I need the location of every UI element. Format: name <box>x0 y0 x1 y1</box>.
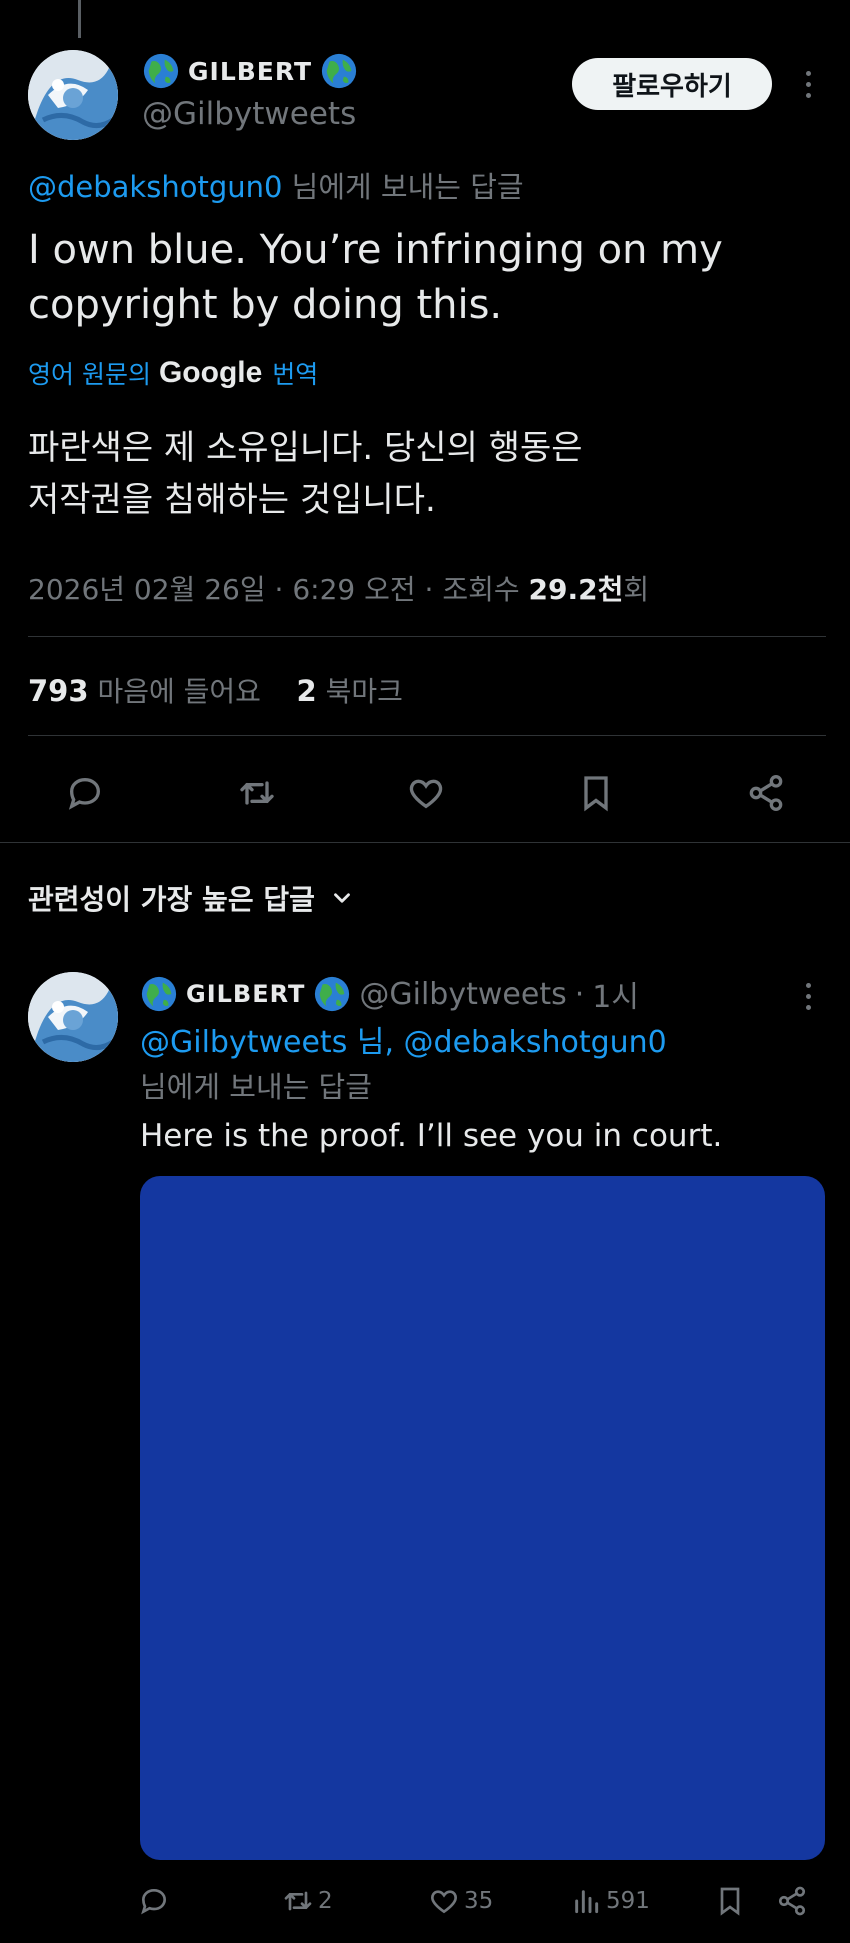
likes-label: 마음에 들어요 <box>97 675 261 708</box>
views-count: 29.2천 <box>528 573 624 606</box>
globe-icon <box>313 975 351 1013</box>
like-count: 35 <box>464 1888 494 1914</box>
retweet-count: 2 <box>318 1888 333 1914</box>
tweet-date[interactable]: 2026년 02월 26일 <box>28 573 266 606</box>
globe-icon <box>142 52 180 90</box>
reply-avatar[interactable] <box>28 972 118 1062</box>
bookmarks-count: 2 <box>296 674 317 708</box>
author-name: GILBERT <box>188 56 313 86</box>
views-button[interactable]: 591 <box>570 1885 650 1917</box>
reply-image[interactable] <box>140 1176 825 1860</box>
google-logo: Google <box>158 356 263 389</box>
reply-mention-line[interactable]: @Gilbytweets 님, @debakshotgun0 <box>140 1017 667 1061</box>
divider <box>28 636 826 637</box>
reply-mention-suffix: 님에게 보내는 답글 <box>140 1070 372 1104</box>
reply-time[interactable]: 1시 <box>592 972 639 1016</box>
translate-prefix: 영어 원문의 <box>28 360 151 389</box>
reply-to-line: @debakshotgun0 님에게 보내는 답글 <box>28 164 524 206</box>
thread-connector <box>78 0 81 38</box>
views-count: 591 <box>606 1888 650 1914</box>
reply-text: Here is the proof. I’ll see you in court… <box>140 1118 723 1154</box>
reply-icon[interactable] <box>138 1885 170 1917</box>
likes-stat[interactable]: 793 마음에 들어요 <box>28 674 261 708</box>
globe-icon <box>140 975 178 1013</box>
more-icon[interactable] <box>790 64 826 104</box>
retweet-icon <box>284 1891 312 1911</box>
translated-text: 파란색은 제 소유입니다. 당신의 행동은 저작권을 침해하는 것입니다. <box>28 422 828 526</box>
reply-to-user-link[interactable]: @debakshotgun0 <box>28 170 282 204</box>
views-label: 조회수 <box>442 573 520 606</box>
tweet-text-line: I own blue. You’re infringing on my <box>28 227 723 273</box>
translated-text-line: 저작권을 침해하는 것입니다. <box>28 480 436 520</box>
reply-author-row[interactable]: GILBERT @Gilbytweets · 1시 <box>140 972 639 1016</box>
bookmark-icon[interactable] <box>714 1885 746 1917</box>
share-icon[interactable] <box>776 1885 808 1917</box>
translated-text-line: 파란색은 제 소유입니다. 당신의 행동은 <box>28 428 583 468</box>
tweet-meta: 2026년 02월 26일 · 6:29 오전 · 조회수 29.2천회 <box>28 573 650 606</box>
like-button[interactable]: 35 <box>428 1885 493 1917</box>
tweet-time[interactable]: 6:29 오전 <box>292 573 415 606</box>
author-handle[interactable]: @Gilbytweets <box>142 96 356 132</box>
views-unit: 회 <box>623 573 650 606</box>
likes-count: 793 <box>28 674 89 708</box>
tweet-text: I own blue. You’re infringing on my copy… <box>28 223 828 333</box>
reply-mentions[interactable]: @Gilbytweets 님, @debakshotgun0 <box>140 1025 667 1060</box>
chevron-down-icon <box>333 893 350 903</box>
reply-sort-label: 관련성이 가장 높은 답글 <box>28 883 315 916</box>
engagement-stats: 793 마음에 들어요 2 북마크 <box>28 670 403 710</box>
more-icon[interactable] <box>790 976 826 1016</box>
author-name-row[interactable]: GILBERT <box>142 52 358 90</box>
reply-author-name: GILBERT <box>186 980 306 1008</box>
translate-link[interactable]: 영어 원문의 Google 번역 <box>28 355 318 391</box>
like-icon[interactable] <box>401 768 451 818</box>
bookmark-icon[interactable] <box>571 768 621 818</box>
reply-to-suffix: 님에게 보내는 답글 <box>291 170 524 204</box>
divider <box>28 735 826 736</box>
reply-icon[interactable] <box>60 768 110 818</box>
like-icon <box>431 1890 457 1914</box>
reply-sort-dropdown[interactable]: 관련성이 가장 높은 답글 <box>28 878 355 918</box>
tweet-text-line: copyright by doing this. <box>28 282 503 328</box>
bookmarks-stat[interactable]: 2 북마크 <box>296 674 403 708</box>
globe-icon <box>320 52 358 90</box>
translate-suffix: 번역 <box>272 360 319 389</box>
section-divider <box>0 842 850 843</box>
reply-author-handle[interactable]: @Gilbytweets <box>359 977 566 1012</box>
views-icon <box>575 1890 599 1914</box>
avatar[interactable] <box>28 50 118 140</box>
share-icon[interactable] <box>741 768 791 818</box>
retweet-icon[interactable] <box>232 768 282 818</box>
retweet-button[interactable]: 2 <box>282 1885 333 1917</box>
bookmarks-label: 북마크 <box>325 675 403 708</box>
follow-button[interactable]: 팔로우하기 <box>572 58 772 110</box>
